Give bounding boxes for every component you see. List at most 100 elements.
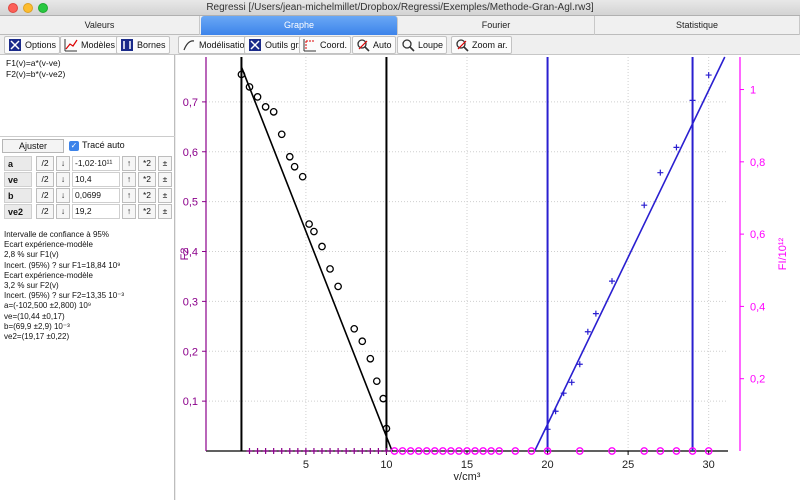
data-point[interactable] [584, 328, 591, 335]
param-pm-button[interactable]: ± [158, 172, 172, 187]
data-point[interactable] [673, 144, 680, 151]
data-point[interactable] [343, 448, 350, 454]
param-up-button[interactable]: ↑ [122, 188, 136, 203]
data-point[interactable] [270, 448, 277, 454]
data-point[interactable] [657, 169, 664, 176]
data-point[interactable] [351, 448, 358, 454]
ajuster-button[interactable]: Ajuster [2, 139, 64, 153]
modelisation-button[interactable]: Modélisation [178, 36, 254, 54]
data-point[interactable] [310, 448, 317, 454]
param-value-field[interactable]: -1,02·10¹¹ [72, 156, 120, 171]
param-mul2-button[interactable]: *2 [138, 172, 156, 187]
data-point[interactable] [326, 265, 334, 273]
param-name: ve [4, 172, 32, 187]
data-point[interactable] [375, 448, 382, 454]
data-point[interactable] [285, 152, 294, 161]
data-point[interactable] [609, 278, 615, 285]
data-point[interactable] [262, 448, 269, 454]
zoom-arriere-button[interactable]: Zoom ar. [451, 36, 512, 54]
param-pm-button[interactable]: ± [158, 204, 172, 219]
param-pm-button[interactable]: ± [158, 188, 172, 203]
param-mul2-button[interactable]: *2 [138, 156, 156, 171]
param-up-button[interactable]: ↑ [122, 172, 136, 187]
param-value-field[interactable]: 19,2 [72, 204, 120, 219]
data-point[interactable] [689, 97, 696, 104]
right-y-tick-label: 0,2 [750, 374, 765, 386]
data-point[interactable] [294, 448, 301, 454]
data-point[interactable] [290, 162, 299, 171]
data-point[interactable] [327, 448, 334, 454]
param-down-button[interactable]: ↓ [56, 172, 70, 187]
data-point[interactable] [358, 337, 367, 346]
param-down-button[interactable]: ↓ [56, 156, 70, 171]
data-point[interactable] [350, 324, 359, 333]
model-line-F1[interactable] [240, 66, 393, 452]
param-value-field[interactable]: 10,4 [72, 172, 120, 187]
data-point[interactable] [298, 172, 307, 181]
param-up-button[interactable]: ↑ [122, 156, 136, 171]
options-icon [9, 39, 21, 51]
auto-zoom-icon [357, 39, 370, 52]
model-line-f2: F2(v)=b*(v-ve2) [6, 69, 66, 79]
modeles-button[interactable]: Modèles [60, 36, 120, 54]
param-div2-button[interactable]: /2 [36, 172, 54, 187]
tab-valeurs[interactable]: Valeurs [0, 16, 200, 35]
data-point[interactable] [302, 448, 309, 454]
options-button[interactable]: Options [4, 36, 61, 54]
data-point[interactable] [305, 220, 313, 228]
data-point[interactable] [318, 242, 326, 251]
param-value-field[interactable]: 0,0699 [72, 188, 120, 203]
bornes-label: Bornes [137, 40, 166, 50]
bornes-icon [121, 39, 133, 51]
param-row-a: a/2 ↓ ↑ *2 ± -1,02·10¹¹ [4, 156, 174, 171]
result-line: b=(69,9 ±2,9) 10⁻³ [4, 321, 70, 331]
param-div2-button[interactable]: /2 [36, 156, 54, 171]
coord-button[interactable]: Coord. [299, 36, 352, 54]
data-point[interactable] [367, 448, 374, 454]
data-point[interactable] [246, 448, 253, 454]
right-y-axis-label: FI/10¹² [777, 237, 789, 270]
graph-chart[interactable]: 5 10 15 20 25 300,10,20,30,40,50,60,70,20,40,… [176, 55, 800, 500]
data-point[interactable] [383, 448, 390, 454]
tab-fourier[interactable]: Fourier [398, 16, 595, 35]
data-point[interactable] [319, 448, 325, 454]
param-div2-button[interactable]: /2 [36, 188, 54, 203]
data-point[interactable] [277, 130, 286, 139]
data-point[interactable] [641, 202, 648, 209]
data-point[interactable] [253, 93, 262, 101]
data-point[interactable] [335, 448, 342, 454]
graph-area[interactable]: 5 10 15 20 25 30 0,1 0,2 0,3 0,4 0,5 0,6 0,7 0,2 0,4 0,… [176, 55, 800, 500]
outils-button[interactable]: Outils gr. [244, 36, 305, 54]
data-point[interactable] [334, 282, 342, 291]
param-mul2-button[interactable]: *2 [138, 204, 156, 219]
tab-statistique[interactable]: Statistique [595, 16, 800, 35]
auto-button[interactable]: Auto [352, 36, 396, 54]
param-name: b [4, 188, 32, 203]
data-point[interactable] [310, 227, 318, 236]
param-mul2-button[interactable]: *2 [138, 188, 156, 203]
data-point[interactable] [359, 448, 366, 454]
loupe-button[interactable]: Loupe [397, 36, 448, 54]
data-point[interactable] [372, 377, 381, 386]
zoom-label: Zoom ar. [472, 40, 508, 50]
param-down-button[interactable]: ↓ [56, 204, 70, 219]
data-point[interactable] [254, 448, 261, 454]
trace-auto-checkbox[interactable]: ✓ [69, 141, 79, 151]
param-down-button[interactable]: ↓ [56, 188, 70, 203]
bornes-button[interactable]: Bornes [116, 36, 170, 54]
param-up-button[interactable]: ↑ [122, 204, 136, 219]
param-div2-button[interactable]: /2 [36, 204, 54, 219]
tab-graphe[interactable]: Graphe [201, 16, 398, 35]
data-point[interactable] [278, 448, 285, 454]
param-pm-button[interactable]: ± [158, 156, 172, 171]
trace-auto-label: Tracé auto [82, 140, 125, 150]
model-editor[interactable]: F1(v)=a*(v-ve) F2(v)=b*(v-ve2) [0, 55, 175, 137]
data-point[interactable] [592, 310, 599, 317]
data-point[interactable] [286, 448, 293, 454]
data-point[interactable] [366, 354, 375, 363]
right-y-tick-label: 0,4 [750, 301, 765, 313]
data-point[interactable] [261, 103, 270, 111]
param-name: ve2 [4, 204, 32, 219]
data-point[interactable] [269, 108, 278, 116]
data-point[interactable] [705, 72, 712, 79]
